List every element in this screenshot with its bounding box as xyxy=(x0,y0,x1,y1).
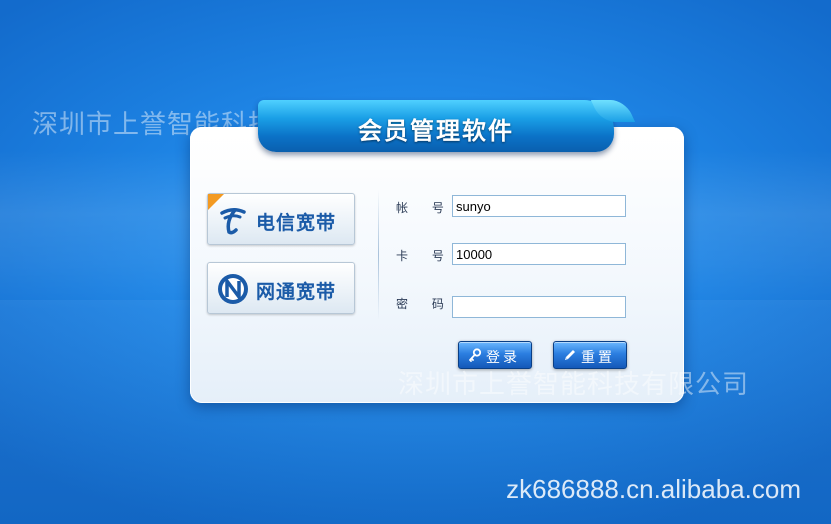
china-netcom-logo-icon xyxy=(218,274,248,304)
card-number-input[interactable] xyxy=(452,243,626,265)
title-banner: 会员管理软件 xyxy=(258,100,614,152)
china-telecom-logo-icon xyxy=(220,208,246,235)
telecom-broadband-label: 电信宽带 xyxy=(256,212,337,234)
panel-divider xyxy=(378,190,379,320)
telecom-broadband-button[interactable]: 电信宽带 xyxy=(207,193,355,245)
password-input[interactable] xyxy=(452,296,626,318)
site-watermark: zk686888.cn.alibaba.com xyxy=(506,474,801,504)
key-icon xyxy=(469,348,482,362)
netcom-broadband-button[interactable]: 网通宽带 xyxy=(207,262,355,314)
app-title: 会员管理软件 xyxy=(358,117,514,145)
account-input[interactable] xyxy=(452,195,626,217)
netcom-broadband-label: 网通宽带 xyxy=(256,281,337,303)
pencil-icon xyxy=(565,350,575,360)
company-watermark-bottom: 深圳市上誉智能科技有限公司 xyxy=(398,370,750,400)
